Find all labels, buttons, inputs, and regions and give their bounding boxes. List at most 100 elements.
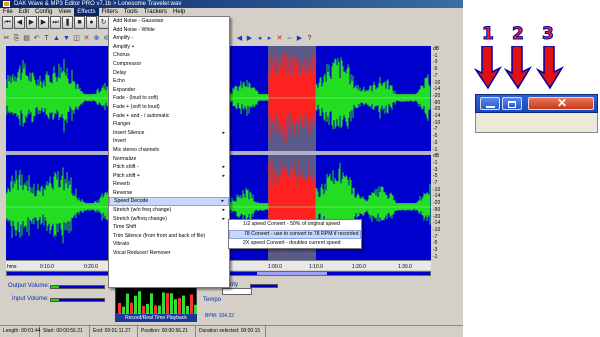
menu-item-fade-and-automatic[interactable]: Fade + and - / automatic bbox=[109, 112, 229, 121]
marker-left-icon[interactable]: ◀ bbox=[235, 34, 244, 44]
menu-item-add-noise-white[interactable]: Add Noise - White bbox=[109, 26, 229, 35]
callout-number-1: 1 bbox=[482, 24, 495, 45]
play-sel-icon[interactable]: ▶ bbox=[295, 34, 304, 44]
menu-item-expander[interactable]: Expander bbox=[109, 86, 229, 95]
spectrum-analyzer bbox=[115, 286, 197, 314]
down-arrow-icon bbox=[504, 46, 532, 90]
menu-item-fade-loud-to-soft[interactable]: Fade - (loud to soft) bbox=[109, 94, 229, 103]
close-button[interactable]: ✕ bbox=[528, 96, 594, 110]
menu-view[interactable]: View bbox=[55, 8, 74, 16]
menu-item-label: Pitch shift - bbox=[113, 164, 139, 171]
time-label: 1:10.0 bbox=[309, 264, 323, 270]
status-length: Length: 00:01:44 bbox=[0, 326, 41, 337]
window-frame-strip bbox=[475, 113, 598, 133]
fit-icon[interactable]: ⇔ bbox=[285, 34, 294, 44]
db-scale: dB -1 -3 -5 -7 -10 -14 -20 -90 -20 -14 -10 -7 -5 -3 -1 d… bbox=[431, 46, 463, 260]
menu-file[interactable]: File bbox=[0, 8, 16, 16]
menu-item-stretch-w-freq-change[interactable]: Stretch (w/freq change) ▸ bbox=[109, 215, 229, 224]
menu-filters[interactable]: Filters bbox=[99, 8, 121, 16]
cut-icon[interactable]: ✂ bbox=[2, 34, 11, 44]
output-volume-meter[interactable] bbox=[50, 285, 105, 289]
balance-slider[interactable] bbox=[250, 284, 278, 288]
menu-item-78-convert[interactable]: 78 Convert - use to convert to 78 RPM if… bbox=[229, 229, 361, 239]
menu-item-label: Fade - (loud to soft) bbox=[113, 95, 159, 102]
down-icon[interactable]: ▼ bbox=[62, 34, 71, 44]
menu-item-speed-decode[interactable]: Speed Decode ▸ bbox=[109, 197, 229, 207]
menu-item-mix-stereo-channels[interactable]: Mix stereo channels bbox=[109, 146, 229, 155]
menu-item-delay[interactable]: Delay bbox=[109, 69, 229, 78]
text-icon[interactable]: T bbox=[42, 34, 51, 44]
menu-item-stretch-w-o-freq-change[interactable]: Stretch (w/o freq change) ▸ bbox=[109, 206, 229, 215]
menu-item-time-shift[interactable]: Time Shift bbox=[109, 223, 229, 232]
menu-item-chorus[interactable]: Chorus bbox=[109, 51, 229, 60]
app-icon bbox=[3, 1, 10, 7]
status-duration: Duration selected: 00:00:15 bbox=[196, 326, 266, 337]
menu-edit[interactable]: Edit bbox=[16, 8, 32, 16]
status-position: Position: 00:00:56.21 bbox=[138, 326, 196, 337]
close-icon: ✕ bbox=[557, 96, 568, 110]
menu-bar: File Edit Config View Effects Filters To… bbox=[0, 8, 463, 16]
menu-item-vocal-reducer-remover[interactable]: Vocal Reducer/ Remover bbox=[109, 249, 229, 258]
up-icon[interactable]: ▲ bbox=[52, 34, 61, 44]
paste-icon[interactable]: ▤ bbox=[22, 34, 31, 44]
db-scale-label: -10 bbox=[433, 119, 441, 126]
skip-end-button[interactable]: ⏭ bbox=[50, 16, 61, 29]
menu-item-reverb[interactable]: Reverb bbox=[109, 180, 229, 189]
db-scale-label: -5 bbox=[433, 173, 438, 180]
forward-button[interactable]: ▶ bbox=[38, 16, 49, 29]
menu-item-flanger[interactable]: Flanger bbox=[109, 120, 229, 129]
menu-item-amplify[interactable]: Amplify - bbox=[109, 34, 229, 43]
menu-item-vibrato[interactable]: Vibrato bbox=[109, 240, 229, 249]
scroll-thumb[interactable] bbox=[257, 272, 327, 275]
bpm-readout: BPM: 104.22 bbox=[205, 313, 234, 319]
copy-icon[interactable]: ⎘ bbox=[12, 34, 21, 44]
nav-left-icon[interactable]: ◂ bbox=[255, 34, 264, 44]
skip-start-button[interactable]: ⏮ bbox=[2, 16, 13, 29]
down-arrow-icon bbox=[474, 46, 502, 90]
input-volume-meter[interactable] bbox=[50, 298, 105, 302]
trim-icon[interactable]: ◫ bbox=[72, 34, 81, 44]
play-button[interactable]: ▶ bbox=[26, 16, 37, 29]
menu-item-reverse[interactable]: Reverse bbox=[109, 189, 229, 198]
undo-icon[interactable]: ↶ bbox=[32, 34, 41, 44]
menu-item-2x-speed[interactable]: 2X speed Convert - doubles current speed bbox=[229, 239, 361, 249]
rewind-button[interactable]: ◀ bbox=[14, 16, 25, 29]
minimize-button[interactable] bbox=[480, 97, 500, 110]
pause-button[interactable]: ❚ bbox=[62, 16, 73, 29]
menu-item-add-noise-gaussian[interactable]: Add Noise - Gaussian bbox=[109, 17, 229, 26]
marker-right-icon[interactable]: ▶ bbox=[245, 34, 254, 44]
time-label: 1:00.0 bbox=[268, 264, 282, 270]
menu-tools[interactable]: Tools bbox=[121, 8, 141, 16]
clear-icon[interactable]: ✕ bbox=[275, 34, 284, 44]
delete-icon[interactable]: ✕ bbox=[82, 34, 91, 44]
menu-item-echo[interactable]: Echo bbox=[109, 77, 229, 86]
menu-item-normalize[interactable]: Normalize bbox=[109, 155, 229, 164]
menu-item-label: Expander bbox=[113, 86, 136, 93]
menu-item-half-speed[interactable]: 1/2 speed Convert - 50% of original spee… bbox=[229, 220, 361, 230]
restore-button[interactable] bbox=[502, 97, 522, 110]
submenu-arrow-icon: ▸ bbox=[222, 172, 225, 179]
menu-item-trim-silence-from-front-and-back-of-file[interactable]: Trim Silence (from front and back of fil… bbox=[109, 232, 229, 241]
help-icon[interactable]: ? bbox=[305, 34, 314, 44]
tempo-field[interactable] bbox=[222, 288, 252, 295]
stop-button[interactable]: ■ bbox=[74, 16, 85, 29]
record-playback-button[interactable]: Record/Real Time Playback bbox=[115, 314, 197, 322]
menu-config[interactable]: Config bbox=[32, 8, 55, 16]
menu-item-label: Insert Silence bbox=[113, 129, 145, 136]
menu-item-insert-silence[interactable]: Insert Silence ▸ bbox=[109, 129, 229, 138]
menu-item-amplify[interactable]: Amplify + bbox=[109, 43, 229, 52]
menu-help[interactable]: Help bbox=[170, 8, 188, 16]
menu-item-compressor[interactable]: Compressor bbox=[109, 60, 229, 69]
menu-trackers[interactable]: Trackers bbox=[141, 8, 170, 16]
restore-icon bbox=[508, 101, 516, 108]
menu-item-pitch-shift[interactable]: Pitch shift + ▸ bbox=[109, 172, 229, 181]
menu-effects[interactable]: Effects bbox=[74, 8, 99, 16]
menu-item-pitch-shift[interactable]: Pitch shift - ▸ bbox=[109, 163, 229, 172]
menu-item-label: Invert bbox=[113, 138, 126, 145]
zoom-in-icon[interactable]: ⊕ bbox=[92, 34, 101, 44]
record-button[interactable]: ● bbox=[86, 16, 97, 29]
menu-item-fade-soft-to-loud[interactable]: Fade + (soft to loud) bbox=[109, 103, 229, 112]
menu-item-invert[interactable]: Invert bbox=[109, 137, 229, 146]
nav-right-icon[interactable]: ▸ bbox=[265, 34, 274, 44]
menu-item-label: Reverb bbox=[113, 181, 130, 188]
